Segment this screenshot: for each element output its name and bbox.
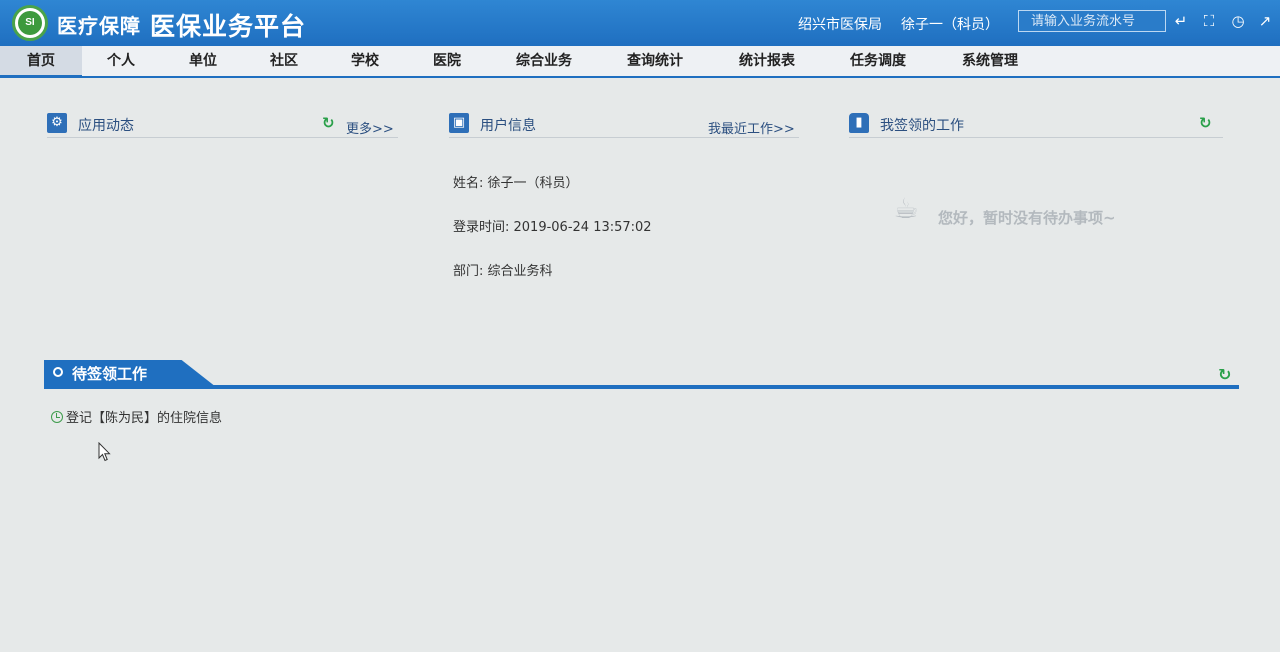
top-header: SI 医疗保障 医保业务平台 绍兴市医保局 徐子一（科员） ↵ ⛶ ◷ ↗ [0,0,1280,46]
user-info-title: 用户信息 [480,118,536,134]
external-link-icon[interactable]: ↗ [1256,12,1274,30]
claimed-work-title: 我签领的工作 [880,118,964,134]
list-item[interactable]: 登记【陈为民】的住院信息 [51,407,222,426]
claimed-work-header: ▮ 我签领的工作 ↻ [849,112,1223,138]
nav-item-home[interactable]: 首页 [0,46,82,78]
brand-title: 医保业务平台 [150,12,307,41]
nav-item-task-schedule[interactable]: 任务调度 [842,46,914,76]
logo-mark: SI [18,11,42,35]
logo: SI [12,5,48,41]
nav-item-hospital[interactable]: 医院 [424,46,470,76]
circle-icon [53,367,63,377]
enter-icon[interactable]: ↵ [1172,12,1190,30]
login-time: 登录时间: 2019-06-24 13:57:02 [453,220,652,235]
organization-label: 绍兴市医保局 [798,17,882,33]
pending-divider [44,385,1239,389]
empty-message: 您好，暂时没有待办事项~ [938,209,1116,227]
pending-title: 待签领工作 [72,365,148,383]
user-info-header: ▣ 用户信息 我最近工作>> [449,112,799,138]
refresh-icon[interactable]: ↻ [1199,115,1215,131]
recent-work-link[interactable]: 我最近工作>> [708,118,795,137]
mouse-cursor-icon [98,442,111,462]
nav-item-community[interactable]: 社区 [261,46,307,76]
gear-icon: ⚙ [47,113,67,133]
clipboard-icon: ▮ [849,113,869,133]
coffee-cup-icon: ☕ [893,192,919,225]
department: 部门: 综合业务科 [453,264,553,279]
nav-item-general-business[interactable]: 综合业务 [508,46,580,76]
refresh-icon[interactable]: ↻ [1218,365,1231,384]
user-name: 姓名: 徐子一（科员） [453,176,579,191]
search-input[interactable] [1018,10,1166,32]
nav-item-query-stats[interactable]: 查询统计 [619,46,691,76]
pending-item-label: 登记【陈为民】的住院信息 [66,411,223,426]
current-user-label[interactable]: 徐子一（科员） [901,14,999,34]
nav-item-system-admin[interactable]: 系统管理 [954,46,1026,76]
clock-icon [51,411,63,423]
refresh-icon[interactable]: ↻ [322,115,338,131]
app-activity-title: 应用动态 [78,118,134,134]
nav-item-stat-reports[interactable]: 统计报表 [731,46,803,76]
app-activity-header: ⚙ 应用动态 ↻ 更多>> [47,112,398,138]
nav-item-unit[interactable]: 单位 [180,46,226,76]
nav-item-school[interactable]: 学校 [342,46,388,76]
fullscreen-icon[interactable]: ⛶ [1200,12,1218,30]
nav-item-personal[interactable]: 个人 [98,46,144,76]
id-card-icon: ▣ [449,113,469,133]
brand-subtitle: 医疗保障 [57,14,141,38]
main-nav: 首页 个人 单位 社区 学校 医院 综合业务 查询统计 统计报表 任务调度 系统… [0,46,1280,78]
more-link[interactable]: 更多>> [346,118,394,137]
clock-icon[interactable]: ◷ [1229,12,1247,30]
